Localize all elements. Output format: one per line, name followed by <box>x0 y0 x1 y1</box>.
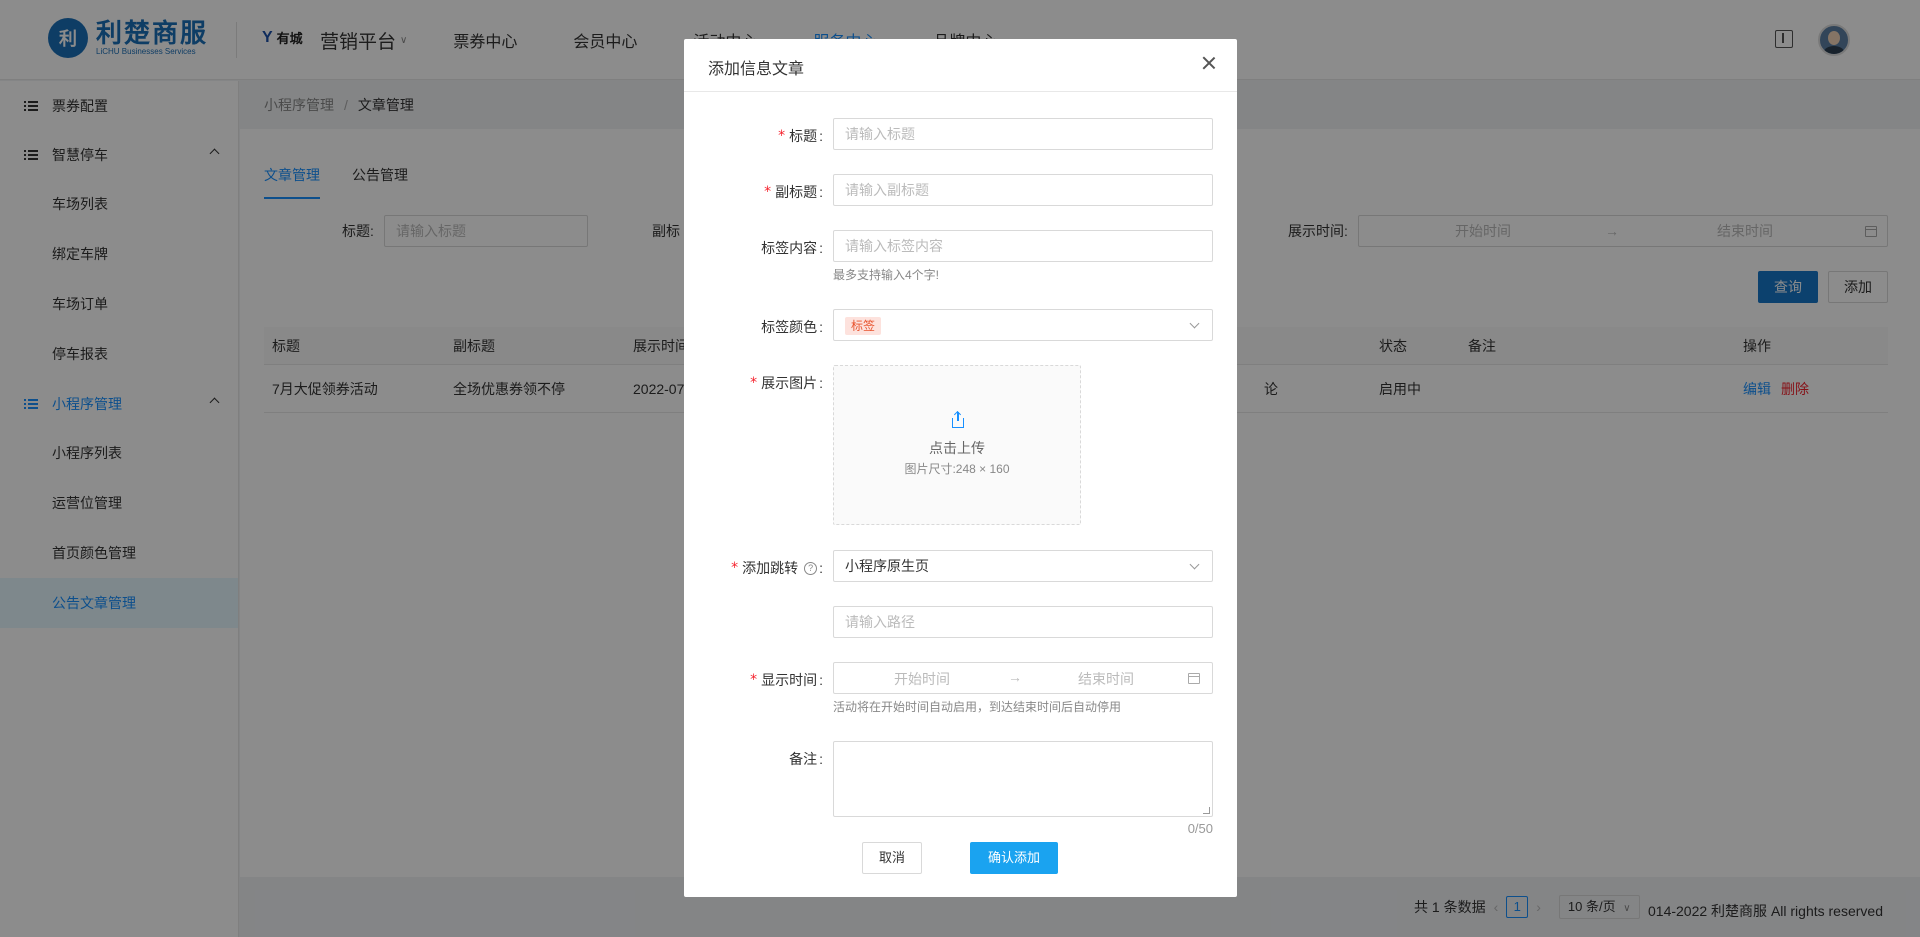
title-input[interactable]: 请输入标题 <box>833 118 1213 150</box>
time-help: 活动将在开始时间自动启用，到达结束时间后自动停用 <box>833 700 1122 714</box>
image-upload[interactable]: 点击上传 图片尺寸:248 × 160 <box>833 365 1081 525</box>
add-article-modal: 添加信息文章 * 标题: 请输入标题 * 副标题: 请输入副标题 标签内容: 请输入… <box>684 39 1237 897</box>
chevron-down-icon <box>1189 559 1200 570</box>
resize-handle[interactable] <box>1203 807 1210 814</box>
modal-header: 添加信息文章 <box>684 39 1237 92</box>
tag-color-select[interactable]: 标签 <box>833 309 1213 341</box>
remark-textarea[interactable] <box>833 741 1213 817</box>
close-icon[interactable] <box>1201 55 1217 71</box>
modal-title: 添加信息文章 <box>708 61 805 78</box>
remark-counter: 0/50 <box>1187 821 1213 836</box>
chevron-down-icon <box>1189 318 1200 329</box>
upload-icon <box>952 412 964 428</box>
jump-type-select[interactable]: 小程序原生页 <box>833 550 1213 582</box>
subtitle-input[interactable]: 请输入副标题 <box>833 174 1213 206</box>
tag-help: 最多支持输入4个字! <box>833 268 940 282</box>
calendar-icon <box>1188 673 1200 684</box>
tag-color-preview: 标签 <box>845 317 882 336</box>
help-icon[interactable]: ? <box>804 561 818 575</box>
tag-input[interactable]: 请输入标签内容 <box>833 230 1213 262</box>
cancel-button[interactable]: 取消 <box>862 842 922 874</box>
confirm-add-button[interactable]: 确认添加 <box>970 842 1058 874</box>
display-time-range[interactable]: 开始时间 → 结束时间 <box>833 662 1213 694</box>
path-input[interactable]: 请输入路径 <box>833 606 1213 638</box>
